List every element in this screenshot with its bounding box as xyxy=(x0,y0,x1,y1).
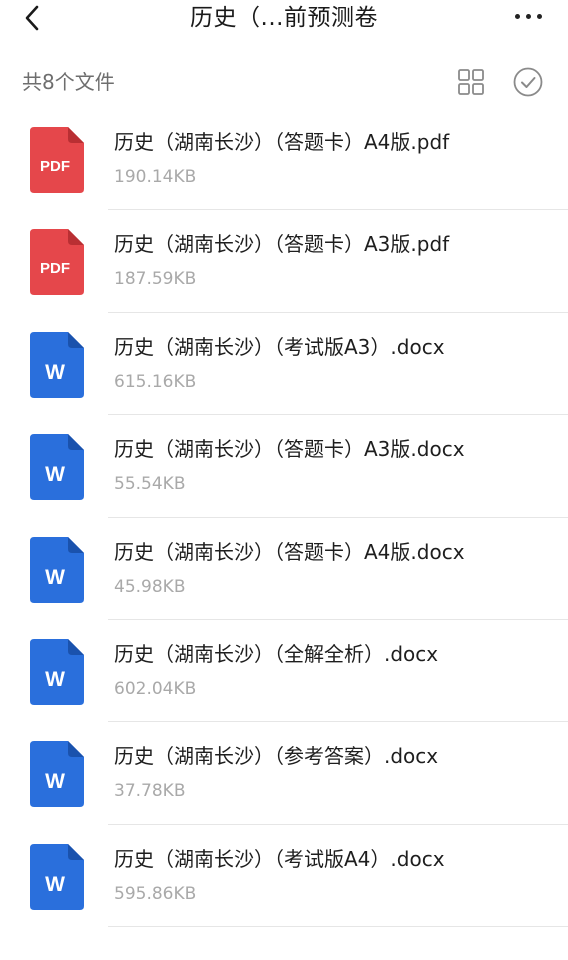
file-name: 历史（湖南长沙）（参考答案）.docx xyxy=(114,744,439,769)
list-toolbar: 共8个文件 xyxy=(0,62,568,100)
file-name: 历史（湖南长沙）（答题卡）A4版.pdf xyxy=(114,130,450,154)
word-file-icon: W xyxy=(28,637,86,707)
file-icon-label: W xyxy=(45,770,65,793)
row-divider xyxy=(108,926,568,928)
select-button[interactable] xyxy=(512,66,544,98)
file-count-label: 共8个文件 xyxy=(22,70,115,94)
file-list: PDF 历史（湖南长沙）（答题卡）A4版.pdf 190.14KB PDF 历史… xyxy=(0,108,568,928)
file-icon-label: W xyxy=(45,566,65,589)
file-icon-label: W xyxy=(45,361,65,384)
file-name: 历史（湖南长沙）（考试版A3）.docx xyxy=(114,334,445,359)
file-row[interactable]: W 历史（湖南长沙）（参考答案）.docx 37.78KB xyxy=(0,722,568,825)
grid-view-button[interactable] xyxy=(456,67,486,97)
file-size: 602.04KB xyxy=(114,678,197,699)
word-file-icon: W xyxy=(28,330,86,400)
check-circle-icon xyxy=(513,67,543,97)
file-name: 历史（湖南长沙）（全解全析）.docx xyxy=(114,641,439,666)
page-title: 历史（...前预测卷 xyxy=(190,5,378,31)
file-name: 历史（湖南长沙）（答题卡）A3版.docx xyxy=(114,437,465,462)
file-name: 历史（湖南长沙）（答题卡）A4版.docx xyxy=(114,539,465,564)
more-options-button[interactable] xyxy=(508,4,548,28)
word-file-icon: W xyxy=(28,432,86,502)
file-name: 历史（湖南长沙）（考试版A4）.docx xyxy=(114,846,445,871)
top-bar: 历史（...前预测卷 xyxy=(0,0,568,40)
file-row[interactable]: W 历史（湖南长沙）（全解全析）.docx 602.04KB xyxy=(0,620,568,723)
file-size: 55.54KB xyxy=(114,474,186,495)
pdf-file-icon: PDF xyxy=(28,125,86,195)
file-icon-label: W xyxy=(45,873,65,896)
grid-view-icon xyxy=(458,69,484,95)
word-file-icon: W xyxy=(28,842,86,912)
file-icon-label: PDF xyxy=(40,260,70,277)
file-row[interactable]: W 历史（湖南长沙）（考试版A3）.docx 615.16KB xyxy=(0,313,568,416)
file-name: 历史（湖南长沙）（答题卡）A3版.pdf xyxy=(114,232,450,257)
file-row[interactable]: W 历史（湖南长沙）（答题卡）A4版.docx 45.98KB xyxy=(0,518,568,620)
file-size: 190.14KB xyxy=(114,167,197,187)
more-dot xyxy=(525,13,531,19)
file-size: 595.86KB xyxy=(114,883,197,904)
file-row[interactable]: W 历史（湖南长沙）（答题卡）A3版.docx 55.54KB xyxy=(0,415,568,518)
more-horizontal-icon xyxy=(514,13,520,19)
word-file-icon: W xyxy=(28,535,86,605)
file-row[interactable]: PDF 历史（湖南长沙）（答题卡）A4版.pdf 190.14KB xyxy=(0,108,568,211)
word-file-icon: W xyxy=(28,739,86,809)
pdf-file-icon: PDF xyxy=(28,227,86,297)
file-row[interactable]: PDF 历史（湖南长沙）（答题卡）A3版.pdf 187.59KB xyxy=(0,210,568,313)
file-row[interactable]: W 历史（湖南长沙）（考试版A4）.docx 595.86KB xyxy=(0,825,568,928)
file-size: 615.16KB xyxy=(114,371,197,392)
file-icon-label: W xyxy=(45,668,65,691)
more-dot xyxy=(536,13,542,19)
file-size: 37.78KB xyxy=(114,781,186,802)
file-size: 45.98KB xyxy=(114,576,186,597)
file-icon-label: W xyxy=(45,463,65,486)
file-size: 187.59KB xyxy=(114,269,197,290)
file-icon-label: PDF xyxy=(40,158,70,175)
